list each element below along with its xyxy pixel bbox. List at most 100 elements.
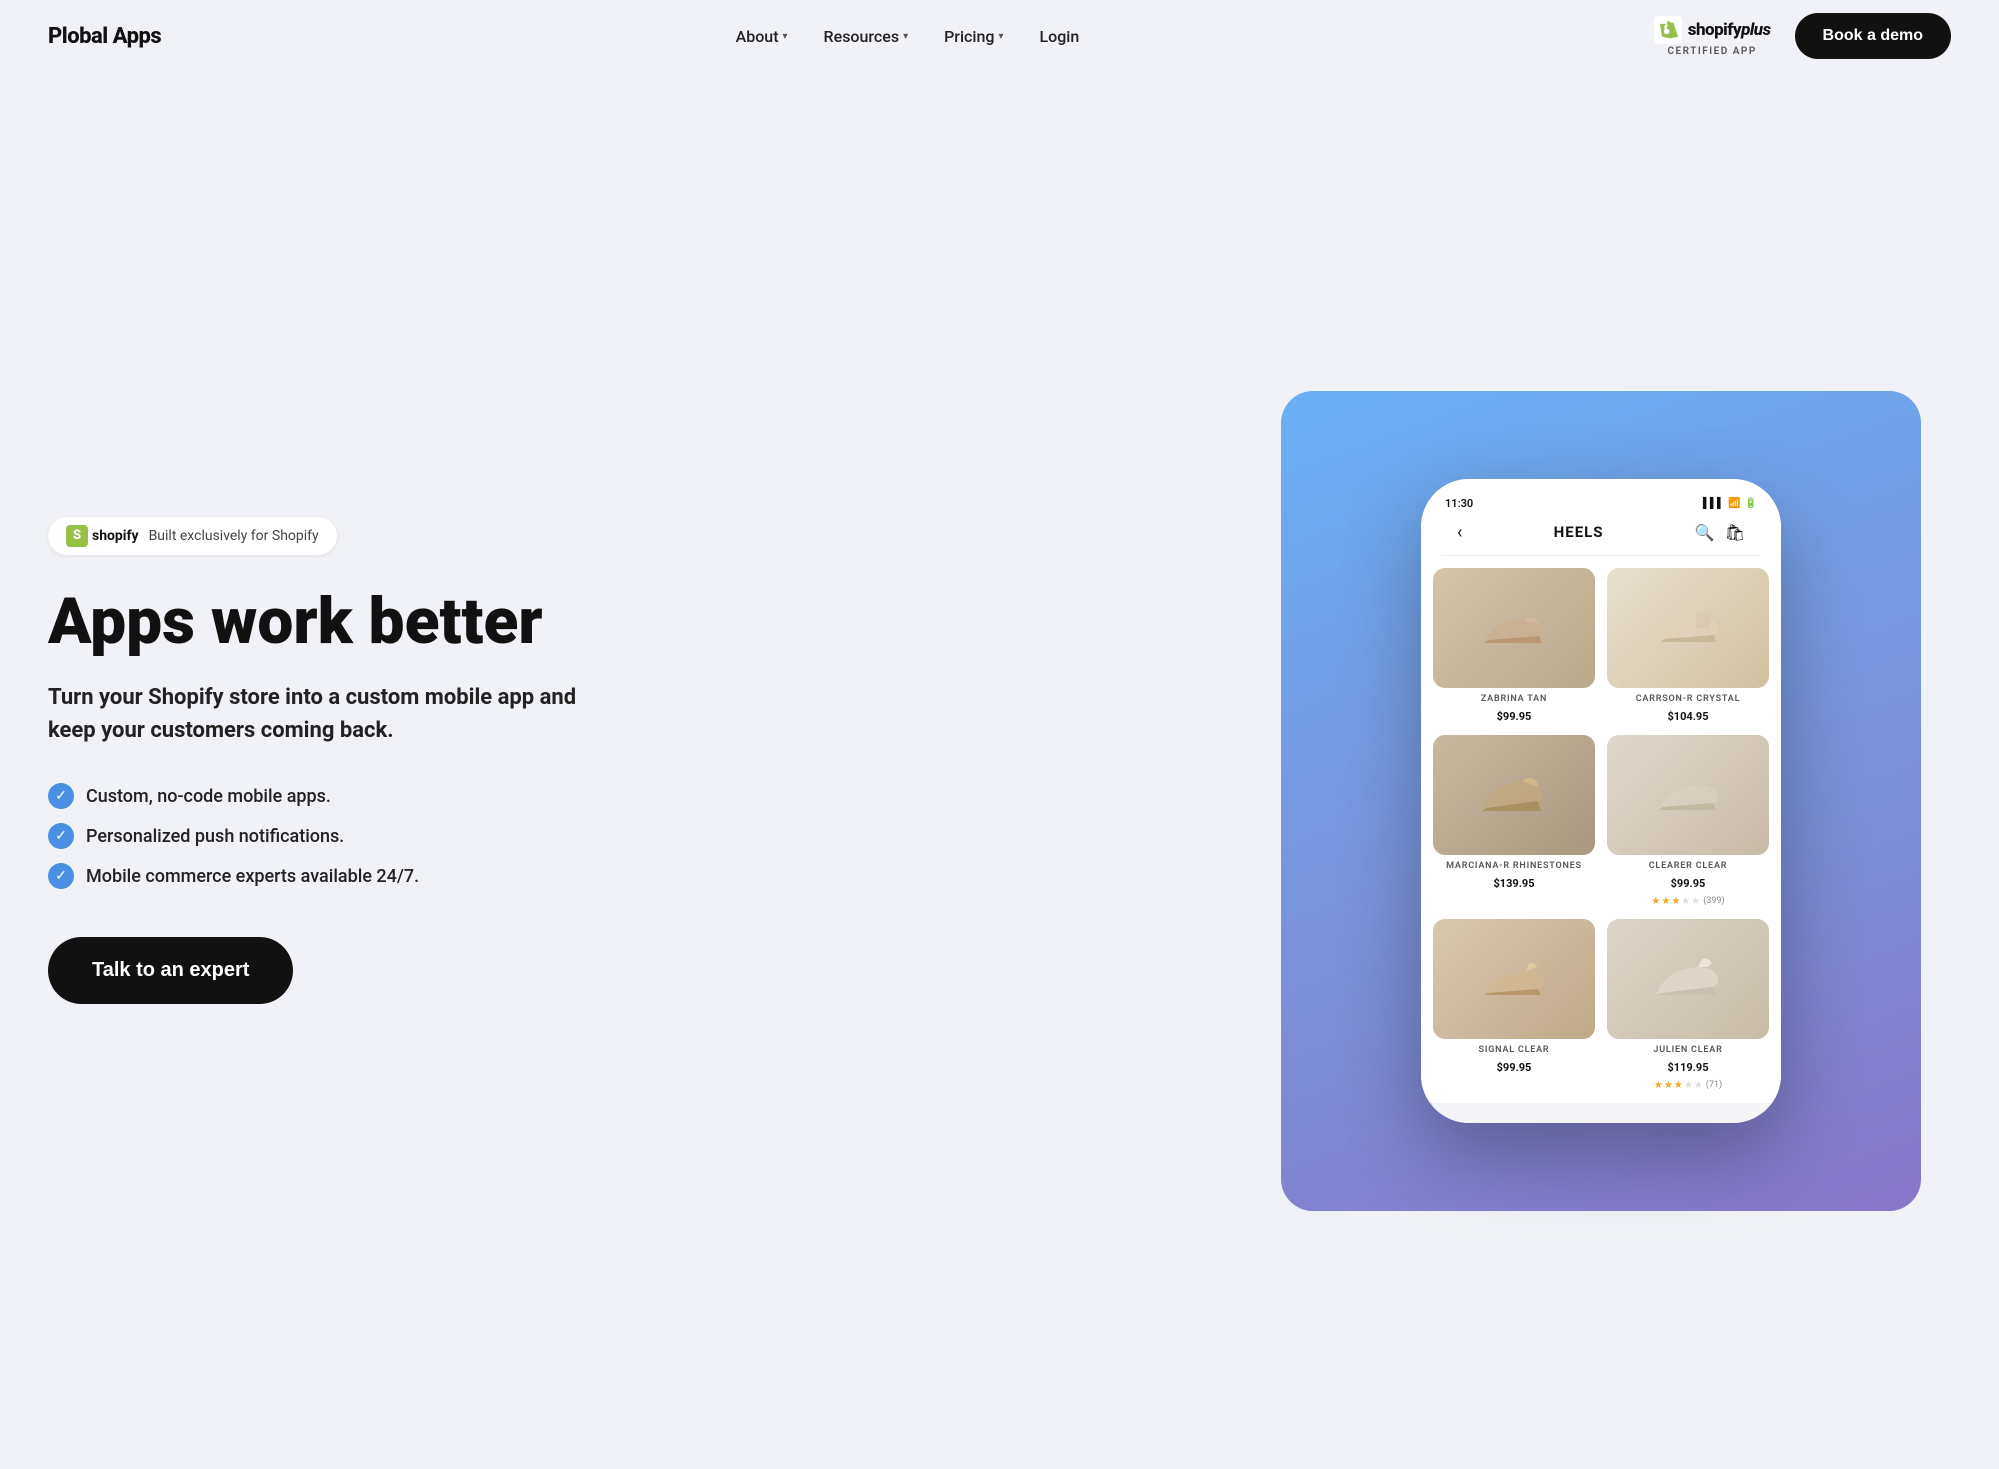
product-price-2: $104.95 (1667, 710, 1708, 723)
nav-item-resources[interactable]: Resources ▾ (824, 27, 909, 46)
check-icon-2: ✓ (48, 823, 74, 849)
product-price-6: $119.95 (1667, 1061, 1708, 1074)
shopify-certified-badge: shopifyplus CERTIFIED APP (1654, 16, 1771, 57)
product-name-5: SIGNAL CLEAR (1479, 1045, 1550, 1055)
chevron-down-icon: ▾ (783, 31, 788, 42)
brand-logo[interactable]: Plobal Apps (48, 24, 161, 49)
nav-item-login[interactable]: Login (1039, 27, 1079, 46)
phone-content: ZABRINA TAN $99.95 CARRSO (1421, 556, 1781, 1103)
hero-title: Apps work better (48, 587, 668, 657)
star-6-2: ★ (1664, 1080, 1673, 1091)
shoe-illustration-3 (1474, 765, 1554, 825)
phone-status-bar: 11:30 ▌▌▌ 📶 🔋 (1441, 489, 1761, 514)
phone-frame: 11:30 ▌▌▌ 📶 🔋 ‹ HEELS 🔍 🛍 (1421, 479, 1781, 1123)
product-image-3 (1433, 735, 1595, 855)
shoe-illustration-1 (1474, 598, 1554, 658)
product-image-5 (1433, 919, 1595, 1039)
star-6-4: ★ (1684, 1080, 1693, 1091)
star-6-3: ★ (1674, 1080, 1683, 1091)
battery-icon: 🔋 (1745, 498, 1757, 509)
nav-link-login[interactable]: Login (1039, 27, 1079, 46)
product-name-6: JULIEN CLEAR (1653, 1045, 1722, 1055)
product-card-1[interactable]: ZABRINA TAN $99.95 (1433, 568, 1595, 723)
product-stars-6: ★ ★ ★ ★ ★ (71) (1654, 1080, 1722, 1091)
star-3: ★ (1671, 896, 1680, 907)
product-name-4: CLEARER CLEAR (1649, 861, 1728, 871)
feature-item-1: ✓ Custom, no-code mobile apps. (48, 783, 668, 809)
product-image-4 (1607, 735, 1769, 855)
product-card-5[interactable]: SIGNAL CLEAR $99.95 (1433, 919, 1595, 1091)
back-arrow-icon[interactable]: ‹ (1457, 522, 1462, 543)
star-4: ★ (1681, 896, 1690, 907)
product-image-6 (1607, 919, 1769, 1039)
star-6-1: ★ (1654, 1080, 1663, 1091)
nav-link-resources[interactable]: Resources ▾ (824, 27, 909, 46)
badge-description: Built exclusively for Shopify (149, 528, 319, 544)
feature-item-3: ✓ Mobile commerce experts available 24/7… (48, 863, 668, 889)
product-card-3[interactable]: MARCIANA-R RHINESTONES $139.95 (1433, 735, 1595, 907)
feature-text-1: Custom, no-code mobile apps. (86, 786, 331, 807)
check-icon-1: ✓ (48, 783, 74, 809)
navbar: Plobal Apps About ▾ Resources ▾ Pricing … (0, 0, 1999, 72)
product-stars-4: ★ ★ ★ ★ ★ (399) (1651, 896, 1724, 907)
shoe-illustration-6 (1648, 949, 1728, 1009)
shopify-label: shopify (92, 528, 139, 544)
phone-header-icons: 🔍 🛍 (1695, 523, 1745, 542)
product-grid: ZABRINA TAN $99.95 CARRSO (1433, 568, 1769, 1091)
shoe-illustration-4 (1648, 765, 1728, 825)
status-icons: ▌▌▌ 📶 🔋 (1703, 498, 1757, 509)
product-card-6[interactable]: JULIEN CLEAR $119.95 ★ ★ ★ ★ ★ (71) (1607, 919, 1769, 1091)
chevron-down-icon: ▾ (903, 31, 908, 42)
shopify-plus-label: shopifyplus (1688, 20, 1771, 40)
features-list: ✓ Custom, no-code mobile apps. ✓ Persona… (48, 783, 668, 889)
product-price-3: $139.95 (1493, 877, 1534, 890)
product-card-2[interactable]: CARRSON-R CRYSTAL $104.95 (1607, 568, 1769, 723)
star-2: ★ (1661, 896, 1670, 907)
hero-left: S shopify Built exclusively for Shopify … (48, 517, 668, 1064)
phone-page-title: HEELS (1554, 523, 1604, 541)
feature-text-2: Personalized push notifications. (86, 826, 344, 847)
star-1: ★ (1651, 896, 1660, 907)
shopify-icon (1654, 16, 1682, 44)
product-name-3: MARCIANA-R RHINESTONES (1446, 861, 1582, 871)
shoe-illustration-5 (1474, 949, 1554, 1009)
book-demo-button[interactable]: Book a demo (1795, 13, 1951, 59)
shoe-illustration-2 (1648, 598, 1728, 658)
review-count-6: (71) (1706, 1080, 1722, 1090)
phone-background: 11:30 ▌▌▌ 📶 🔋 ‹ HEELS 🔍 🛍 (1281, 391, 1921, 1211)
chevron-down-icon: ▾ (998, 31, 1003, 42)
certified-app-label: CERTIFIED APP (1668, 46, 1757, 57)
star-6-5: ★ (1694, 1080, 1703, 1091)
shopify-small-logo: S shopify (66, 525, 139, 547)
nav-links: About ▾ Resources ▾ Pricing ▾ Login (736, 27, 1080, 46)
product-price-4: $99.95 (1671, 877, 1706, 890)
product-price-5: $99.95 (1497, 1061, 1532, 1074)
feature-text-3: Mobile commerce experts available 24/7. (86, 866, 419, 887)
nav-right: shopifyplus CERTIFIED APP Book a demo (1654, 13, 1951, 59)
product-image-2 (1607, 568, 1769, 688)
star-5: ★ (1691, 896, 1700, 907)
shopify-plus-badge: shopifyplus (1654, 16, 1771, 44)
signal-icon: ▌▌▌ (1703, 498, 1724, 509)
shopify-exclusive-badge: S shopify Built exclusively for Shopify (48, 517, 337, 555)
review-count-4: (399) (1703, 896, 1724, 906)
hero-subtitle: Turn your Shopify store into a custom mo… (48, 681, 608, 747)
hero-section: S shopify Built exclusively for Shopify … (0, 72, 1999, 1469)
phone-time: 11:30 (1445, 497, 1473, 510)
product-image-1 (1433, 568, 1595, 688)
check-icon-3: ✓ (48, 863, 74, 889)
nav-link-about[interactable]: About ▾ (736, 27, 788, 46)
search-icon[interactable]: 🔍 (1695, 523, 1715, 542)
talk-to-expert-button[interactable]: Talk to an expert (48, 937, 293, 1004)
bag-icon[interactable]: 🛍 (1725, 523, 1745, 542)
phone-notch-area: 11:30 ▌▌▌ 📶 🔋 ‹ HEELS 🔍 🛍 (1421, 479, 1781, 556)
product-price-1: $99.95 (1497, 710, 1532, 723)
hero-right: 11:30 ▌▌▌ 📶 🔋 ‹ HEELS 🔍 🛍 (1251, 371, 1951, 1211)
wifi-icon: 📶 (1728, 498, 1740, 509)
product-card-4[interactable]: CLEARER CLEAR $99.95 ★ ★ ★ ★ ★ (399) (1607, 735, 1769, 907)
nav-item-pricing[interactable]: Pricing ▾ (944, 27, 1003, 46)
product-name-1: ZABRINA TAN (1481, 694, 1547, 704)
phone-header: ‹ HEELS 🔍 🛍 (1441, 514, 1761, 556)
nav-link-pricing[interactable]: Pricing ▾ (944, 27, 1003, 46)
nav-item-about[interactable]: About ▾ (736, 27, 788, 46)
